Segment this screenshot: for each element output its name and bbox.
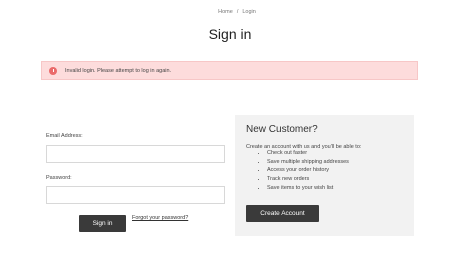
list-item: Check out faster xyxy=(267,149,349,158)
benefits-list: Check out faster Save multiple shipping … xyxy=(257,149,349,193)
list-item: Save items to your wish list xyxy=(267,184,349,193)
breadcrumb: Home / Login xyxy=(0,9,474,15)
list-item: Track new orders xyxy=(267,175,349,184)
breadcrumb-separator: / xyxy=(236,9,239,15)
password-field[interactable] xyxy=(46,186,225,204)
page-title: Sign in xyxy=(208,26,252,42)
forgot-password-link[interactable]: Forgot your password? xyxy=(132,215,188,221)
list-item: Save multiple shipping addresses xyxy=(267,158,349,167)
alert-message: Invalid login. Please attempt to log in … xyxy=(65,67,172,74)
list-item: Access your order history xyxy=(267,166,349,175)
error-alert: Invalid login. Please attempt to log in … xyxy=(41,61,418,80)
breadcrumb-current: Login xyxy=(242,9,256,15)
password-label: Password: xyxy=(46,175,72,181)
breadcrumb-home-link[interactable]: Home xyxy=(218,9,233,15)
new-customer-panel: New Customer? Create an account with us … xyxy=(235,115,414,236)
email-field[interactable] xyxy=(46,145,225,163)
error-icon xyxy=(49,66,57,75)
email-label: Email Address: xyxy=(46,133,83,139)
sign-in-button[interactable]: Sign in xyxy=(79,215,126,232)
new-customer-heading: New Customer? xyxy=(246,124,318,135)
create-account-button[interactable]: Create Account xyxy=(246,205,319,222)
